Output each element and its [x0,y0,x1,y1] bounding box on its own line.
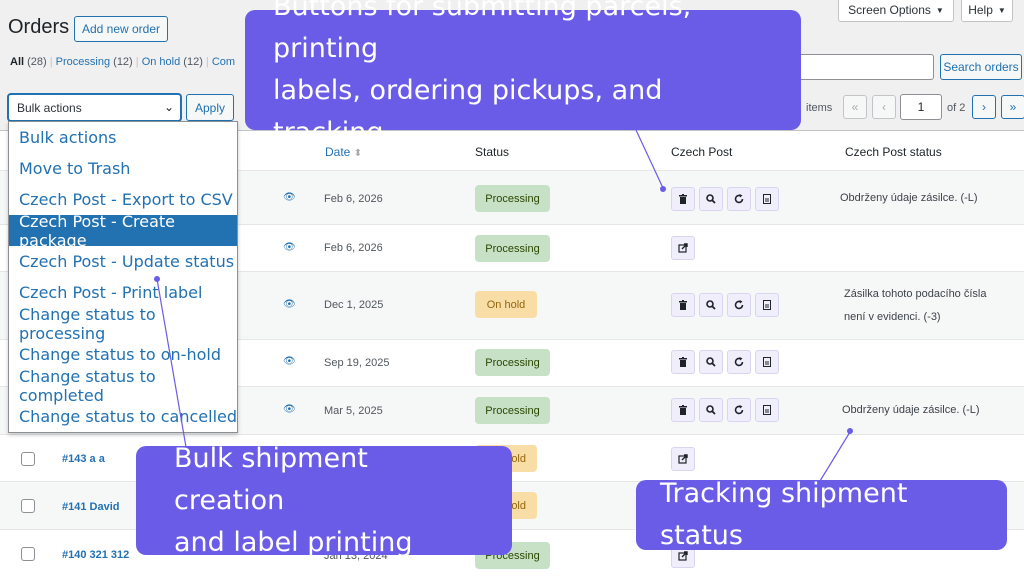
callout-bulk-line1: Bulk shipment creation [174,442,368,516]
callout-tracking: Tracking shipment status [636,478,1007,551]
callout-action-buttons-line2: labels, ordering pickups, and tracking [273,75,663,148]
callout-action-buttons-line1: Buttons for submitting parcels, printing [273,0,692,64]
callout-bulk-line2: and label printing [174,526,413,558]
callout-dot [660,186,666,192]
callout-dot [154,276,160,282]
callout-dot [847,428,853,434]
callout-action-buttons: Buttons for submitting parcels, printing… [245,0,801,148]
callout-bulk-shipment: Bulk shipment creation and label printin… [136,443,512,558]
